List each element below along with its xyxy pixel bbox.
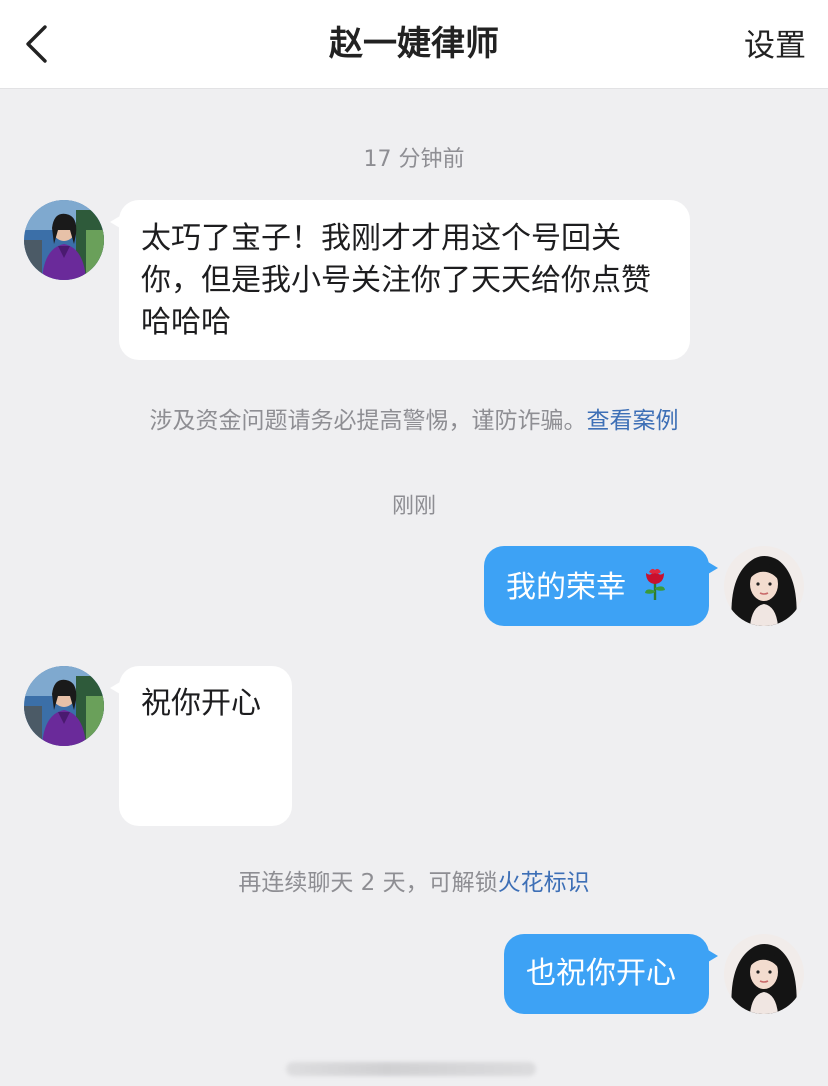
message-text: 我的荣幸 (506, 570, 626, 605)
contact-avatar[interactable] (24, 666, 104, 746)
scam-warning-text: 涉及资金问题请务必提高警惕，谨防诈骗。 (149, 408, 587, 434)
contact-avatar[interactable] (24, 200, 104, 280)
rose-icon (640, 565, 670, 613)
message-bubble-outgoing[interactable]: 也祝你开心 (504, 934, 718, 1014)
my-avatar[interactable] (724, 934, 804, 1014)
message-text: 太巧了宝子！我刚才才用这个号回关你，但是我小号关注你了天天给你点赞哈哈哈 (141, 221, 651, 340)
message-bubble-incoming[interactable]: 太巧了宝子！我刚才才用这个号回关你，但是我小号关注你了天天给你点赞哈哈哈 (110, 200, 690, 360)
spark-badge-link[interactable]: 火花标识 (498, 870, 590, 896)
top-bar: 赵一婕律师 设置 (0, 0, 828, 89)
my-avatar[interactable] (724, 546, 804, 626)
message-bubble-incoming[interactable]: 祝你开心 (110, 666, 292, 826)
scam-warning-notice: 涉及资金问题请务必提高警惕，谨防诈骗。查看案例 (0, 401, 828, 435)
blurred-watermark (286, 1062, 536, 1076)
streak-notice: 再连续聊天 2 天，可解锁火花标识 (0, 863, 828, 897)
settings-button[interactable]: 设置 (744, 0, 806, 88)
message-text: 祝你开心 (141, 686, 261, 721)
message-bubble-outgoing[interactable]: 我的荣幸 (484, 546, 718, 626)
page-title: 赵一婕律师 (329, 24, 499, 64)
timestamp: 17 分钟前 (363, 147, 465, 172)
timestamp: 刚刚 (391, 494, 436, 519)
streak-text: 再连续聊天 2 天，可解锁 (238, 870, 498, 896)
message-text: 也祝你开心 (526, 956, 676, 991)
view-cases-link[interactable]: 查看案例 (587, 408, 679, 434)
